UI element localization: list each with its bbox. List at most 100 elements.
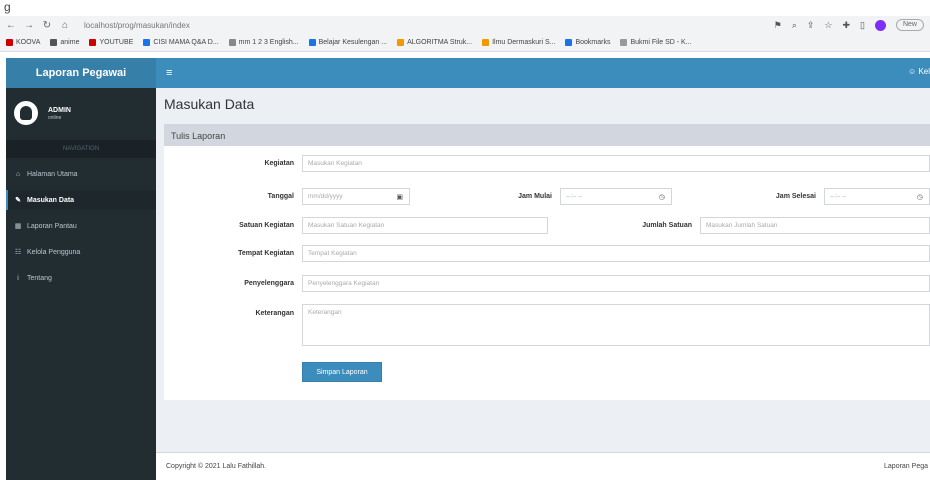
- keterangan-textarea[interactable]: Keterangan: [302, 304, 930, 346]
- bookmark-label: anime: [60, 39, 80, 46]
- info-icon: i: [17, 274, 19, 282]
- bookmark-item[interactable]: KOOVA: [6, 39, 40, 46]
- simpan-laporan-button[interactable]: Simpan Laporan: [302, 362, 382, 382]
- table-icon: ▦: [14, 223, 22, 230]
- home-icon: ⌂: [15, 170, 21, 178]
- avatar: [14, 101, 38, 125]
- bookmarks-bar: KOOVA anime YOUTUBE CISI MAMA Q&A D... mm 1 …: [0, 34, 930, 52]
- bookmark-item[interactable]: Bukmi File SD - K...: [620, 39, 692, 46]
- user-name: ADMIN: [48, 106, 71, 114]
- bookmark-item[interactable]: ALGORITMA Struk...: [397, 39, 472, 46]
- bookmark-item[interactable]: YOUTUBE: [89, 39, 133, 46]
- brand-logo[interactable]: Laporan Pegawai: [6, 58, 156, 88]
- jam-selesai-label: Jam Selesai: [775, 193, 816, 200]
- box-title: Tulis Laporan: [164, 126, 930, 146]
- sidebar-toggle-icon[interactable]: ≡: [166, 67, 172, 79]
- bookmark-icon: [228, 39, 236, 46]
- jumlah-label: Jumlah Satuan: [642, 222, 692, 229]
- jam-selesai-placeholder: --:-- --: [830, 193, 847, 200]
- sidebar-item-label: Kelola Pengguna: [27, 248, 81, 256]
- home-browser-icon[interactable]: ⌂: [60, 20, 70, 31]
- profile-avatar[interactable]: [874, 19, 886, 31]
- bookmark-label: Bukmi File SD - K...: [630, 39, 692, 46]
- kegiatan-input[interactable]: Masukan Kegiatan: [302, 155, 930, 172]
- user-panel: ADMIN online: [6, 88, 156, 138]
- sidebar-item-label: Laporan Pantau: [27, 222, 77, 230]
- kegiatan-label: Kegiatan: [264, 160, 294, 167]
- users-icon: ☷: [14, 249, 22, 256]
- penyelenggara-input[interactable]: Penyelenggara Kegiatan: [302, 275, 930, 292]
- footer-right-text: Laporan Pega: [884, 463, 928, 470]
- bookmark-label: YOUTUBE: [99, 39, 134, 46]
- share-icon[interactable]: ⇪: [807, 20, 815, 31]
- sidebar-item-halaman-utama[interactable]: ⌂ Halaman Utama: [6, 164, 156, 184]
- zoom-icon[interactable]: ⌕: [792, 20, 797, 31]
- edit-icon: ✎: [15, 197, 21, 204]
- bookmark-label: mm 1 2 3 English...: [238, 39, 299, 46]
- new-chrome-button[interactable]: New: [895, 19, 924, 31]
- extension-icon[interactable]: ✚: [842, 20, 850, 31]
- browser-actions: ⚑ ⌕ ⇪ ☆ ✚ ▯ New: [774, 19, 924, 31]
- sidebar-item-label: Tentang: [27, 274, 52, 282]
- clock-icon[interactable]: ◷: [917, 193, 923, 201]
- bookmark-item[interactable]: CISI MAMA Q&A D...: [143, 39, 219, 46]
- bookmark-label: Ilmu Dermaskuri S...: [492, 39, 556, 46]
- browser-toolbar: ← → ↻ ⌂ localhost/prog/masukan/index ⚑ ⌕…: [0, 16, 930, 34]
- bookmark-icon: [50, 39, 58, 46]
- user-status: online: [48, 114, 62, 121]
- forward-icon[interactable]: →: [24, 20, 34, 31]
- bookmark-icon: [620, 39, 628, 46]
- bookmark-icon: [6, 39, 13, 46]
- sidebar-item-laporan-pantau[interactable]: ▦ Laporan Pantau: [6, 216, 156, 236]
- sidebar-item-tentang[interactable]: i Tentang: [6, 268, 156, 288]
- bookmark-item[interactable]: anime: [50, 39, 79, 46]
- jam-mulai-input[interactable]: --:-- -- ◷: [560, 188, 672, 205]
- tempat-input[interactable]: Tempat Kegiatan: [302, 245, 930, 262]
- jam-mulai-label: Jam Mulai: [518, 193, 552, 200]
- tanggal-placeholder: mm/dd/yyyy: [308, 193, 343, 200]
- clock-icon[interactable]: ◷: [659, 193, 665, 201]
- keterangan-label: Keterangan: [255, 310, 294, 317]
- jumlah-input[interactable]: Masukan Jumlah Satuan: [700, 217, 930, 234]
- app-window: Laporan Pegawai ≡ ☺ Kel ADMIN online NAV…: [6, 58, 930, 480]
- bookmark-icon: [565, 39, 573, 46]
- jam-selesai-input[interactable]: --:-- -- ◷: [824, 188, 930, 205]
- translate-icon[interactable]: ⚑: [774, 20, 782, 31]
- top-navbar: Laporan Pegawai ≡ ☺ Kel: [6, 58, 930, 88]
- main-content: Masukan Data Tulis Laporan Kegiatan Masu…: [156, 88, 930, 480]
- bookmark-item[interactable]: Belajar Kesulengan ...: [308, 39, 387, 46]
- tanggal-input[interactable]: mm/dd/yyyy ▣: [302, 188, 410, 205]
- sidebar: ADMIN online NAVIGATION ⌂ Halaman Utama ✎ M…: [6, 88, 156, 480]
- star-icon[interactable]: ☆: [824, 20, 832, 31]
- bookmark-icon: [397, 39, 405, 46]
- bookmark-item[interactable]: Ilmu Dermaskuri S...: [482, 39, 555, 46]
- user-menu-icon: ☺: [908, 67, 919, 76]
- footer: Copyright © 2021 Lalu Fathillah. Laporan…: [156, 452, 930, 480]
- bookmark-icon: [482, 39, 490, 46]
- bookmark-item[interactable]: mm 1 2 3 English...: [228, 39, 299, 46]
- sidebar-item-masukan-data[interactable]: ✎ Masukan Data: [6, 190, 156, 210]
- form-box: Tulis Laporan Kegiatan Masukan Kegiatan …: [164, 124, 930, 400]
- menu-header: NAVIGATION: [6, 140, 156, 158]
- sidebar-item-kelola-pengguna[interactable]: ☷ Kelola Pengguna: [6, 242, 156, 262]
- satuan-label: Satuan Kegiatan: [239, 222, 294, 229]
- tanggal-label: Tanggal: [267, 193, 294, 200]
- back-icon[interactable]: ←: [6, 20, 16, 31]
- bookmark-label: ALGORITMA Struk...: [407, 39, 473, 46]
- sidepanel-icon[interactable]: ▯: [860, 20, 865, 31]
- address-bar[interactable]: localhost/prog/masukan/index: [84, 21, 644, 30]
- user-menu[interactable]: ☺ Kel: [908, 67, 930, 76]
- satuan-input[interactable]: Masukan Satuan Kegiatan: [302, 217, 548, 234]
- page-title: Masukan Data: [164, 96, 255, 112]
- reload-icon[interactable]: ↻: [42, 20, 52, 31]
- bookmark-label: Bookmarks: [575, 39, 611, 46]
- tempat-label: Tempat Kegiatan: [238, 250, 294, 257]
- bookmark-label: CISI MAMA Q&A D...: [153, 39, 219, 46]
- bookmark-icon: [143, 39, 151, 46]
- bookmark-item[interactable]: Bookmarks: [565, 39, 610, 46]
- jam-mulai-placeholder: --:-- --: [566, 193, 583, 200]
- bookmark-label: KOOVA: [16, 39, 41, 46]
- calendar-icon[interactable]: ▣: [396, 193, 403, 201]
- copyright-text: Copyright © 2021 Lalu Fathillah.: [166, 463, 267, 470]
- sidebar-item-label: Masukan Data: [27, 196, 75, 204]
